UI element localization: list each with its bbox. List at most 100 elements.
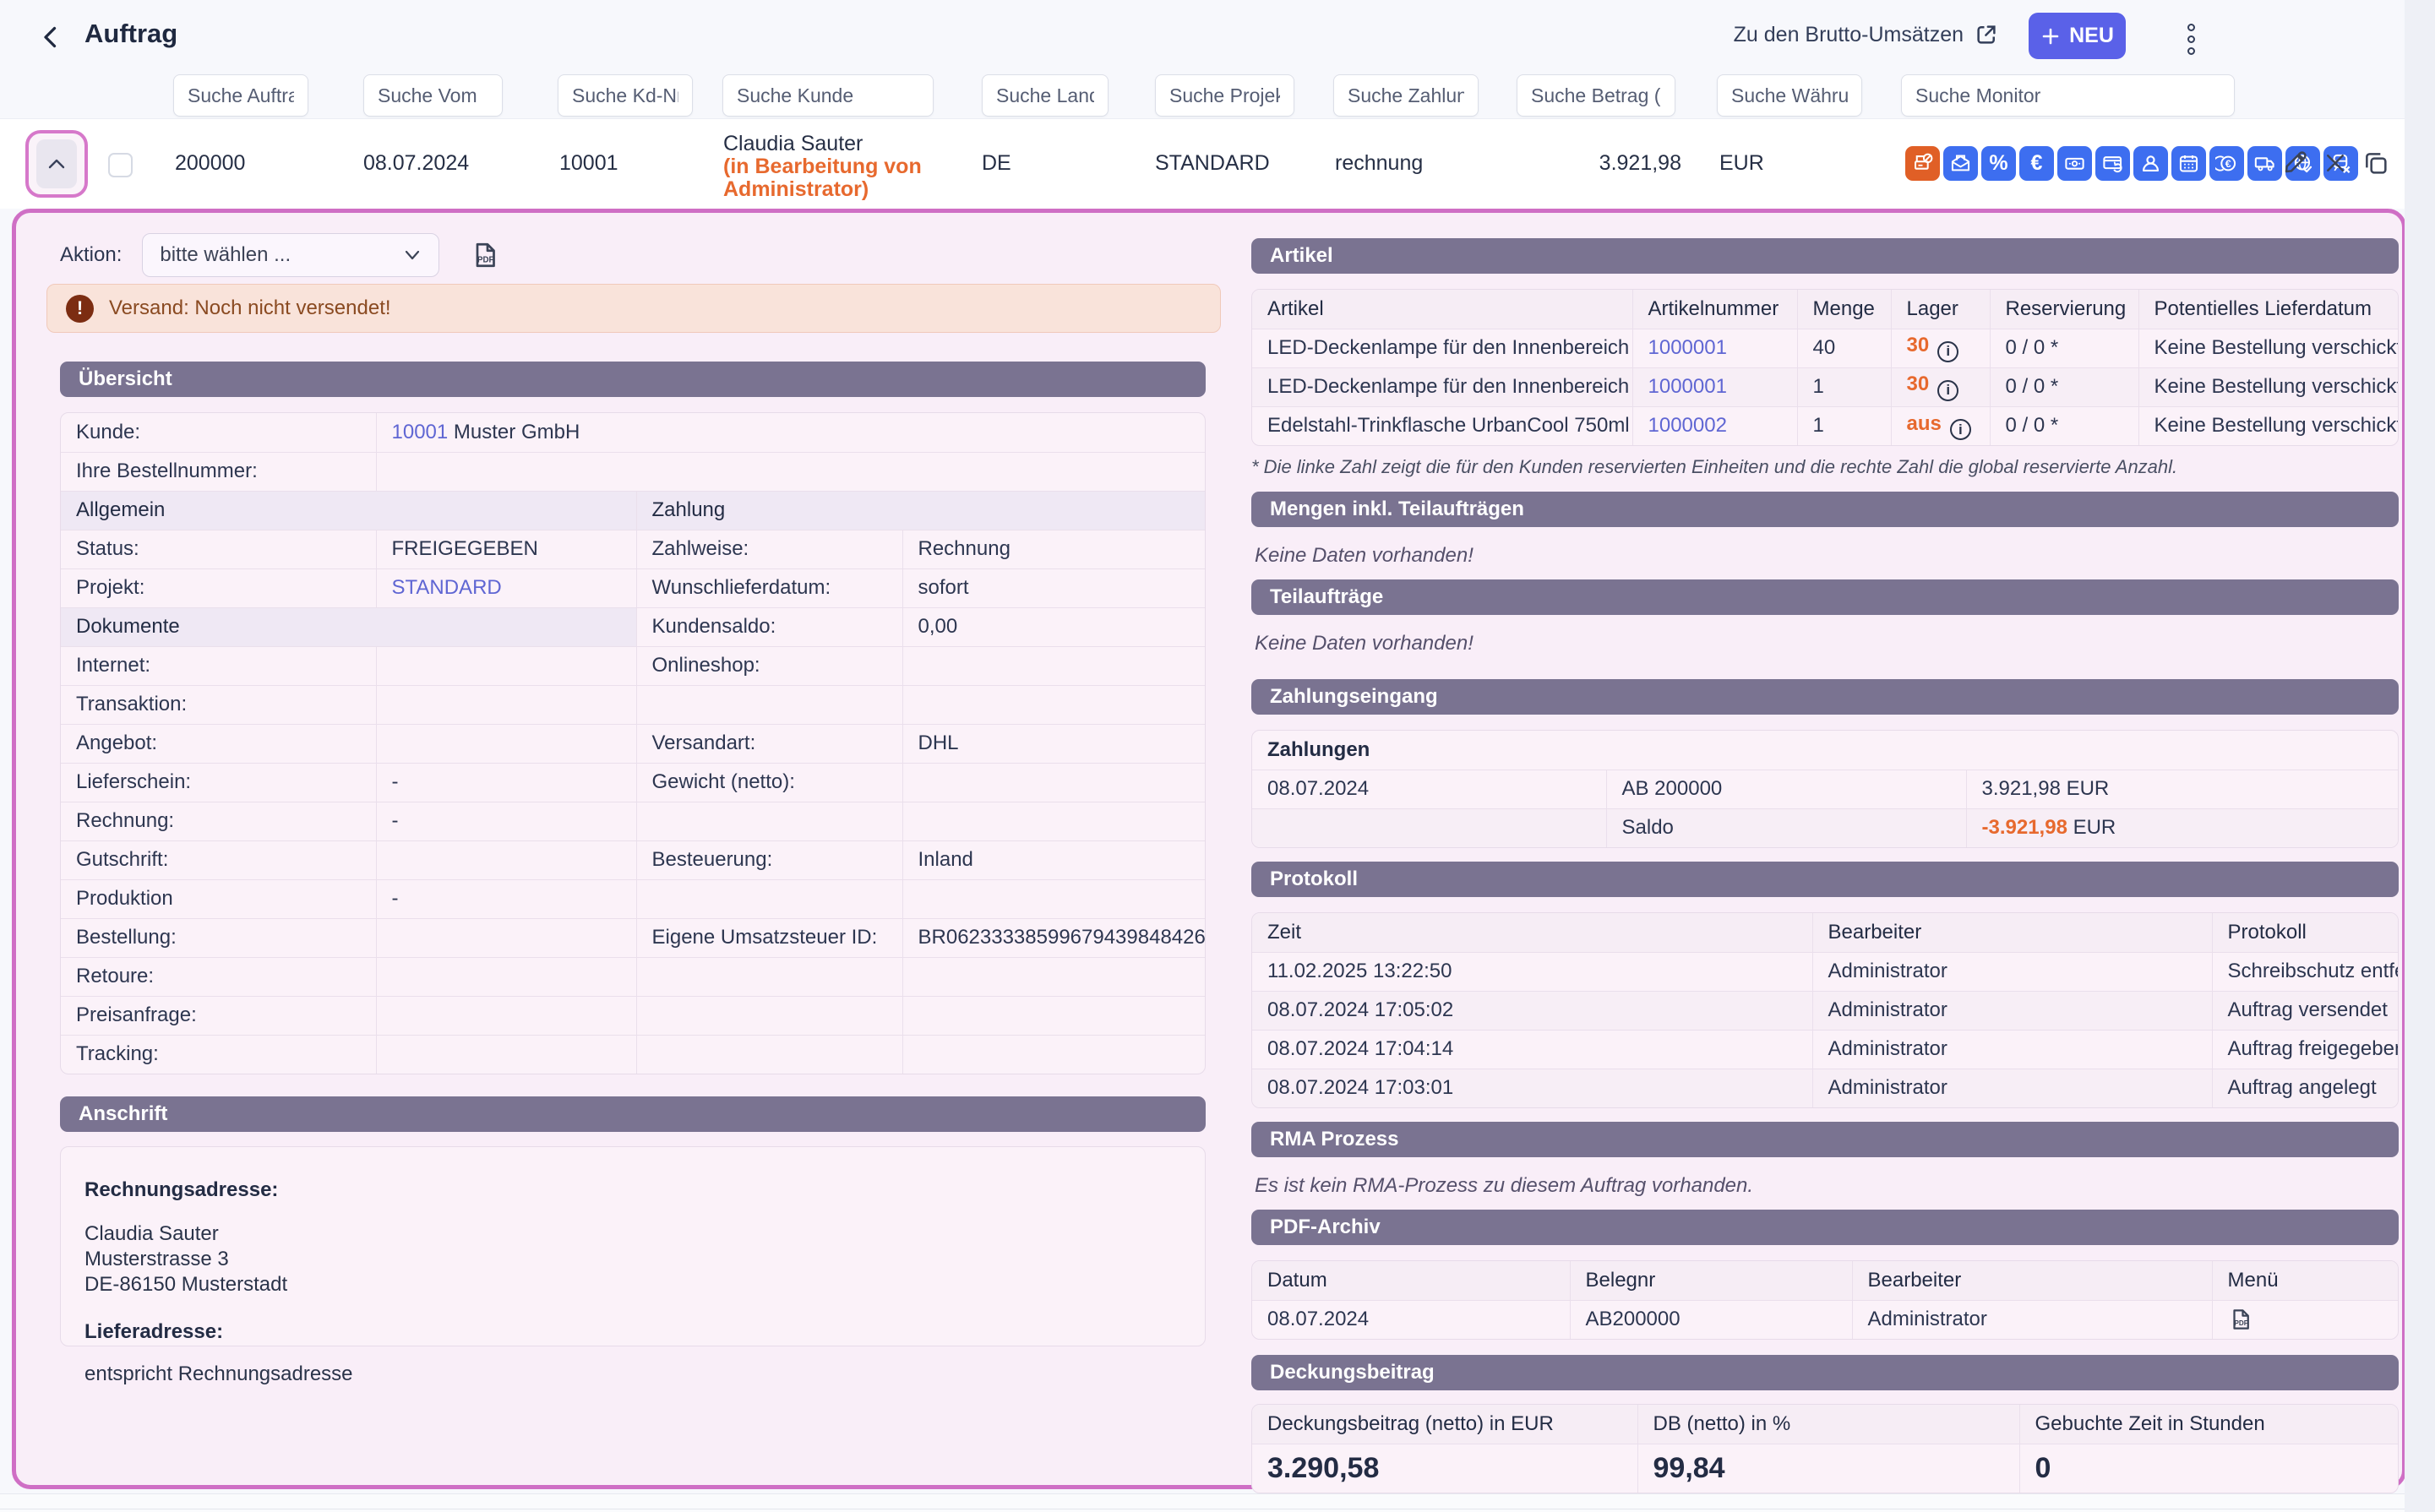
edit-icon[interactable] — [2281, 150, 2308, 177]
order-table-row[interactable]: 200000 08.07.2024 10001 Claudia Sauter (… — [0, 118, 2405, 209]
kunde-link[interactable]: 10001 — [392, 421, 449, 443]
row-expander[interactable] — [25, 130, 88, 198]
address-line1: Claudia Sauter — [84, 1221, 1181, 1247]
deckungsbeitrag-table: Deckungsbeitrag (netto) in EUR DB (netto… — [1251, 1404, 2399, 1493]
db-netto-eur: 3.290,58 — [1267, 1452, 1379, 1484]
svg-text:PDF: PDF — [477, 255, 494, 264]
search-vom-input[interactable] — [363, 74, 503, 117]
order-country: DE — [982, 151, 1011, 176]
section-deckungsbeitrag: Deckungsbeitrag — [1251, 1355, 2399, 1390]
search-filter-row — [0, 74, 2405, 118]
sec-dokumente: Dokumente — [61, 607, 636, 646]
new-button[interactable]: NEU — [2029, 13, 2126, 59]
saldo-label: Saldo — [1606, 808, 1966, 847]
print-blocked-icon[interactable] — [1905, 146, 1940, 181]
projekt-link[interactable]: STANDARD — [392, 576, 502, 599]
pdf-download-icon[interactable]: PDF — [2228, 1307, 2253, 1332]
pdf-archiv-row: 08.07.2024 AB200000 Administrator PDF — [1252, 1300, 2398, 1339]
saldo-value: -3.921,98 — [1982, 816, 2067, 839]
copy-icon[interactable] — [2362, 150, 2389, 177]
action-pdf-icon[interactable]: PDF — [470, 240, 500, 270]
status-value: FREIGEGEBEN — [376, 530, 636, 568]
artikel-row: LED-Deckenlampe für den Innenbereich 100… — [1252, 367, 2398, 406]
lieferadresse-label: Lieferadresse: — [84, 1319, 1181, 1345]
section-anschrift: Anschrift — [60, 1096, 1206, 1132]
svg-text:PDF: PDF — [2234, 1319, 2247, 1327]
euro-icon[interactable]: € — [2019, 146, 2054, 181]
section-mengen: Mengen inkl. Teilaufträgen — [1251, 492, 2399, 527]
artikel-table: ArtikelArtikelnummer MengeLager Reservie… — [1251, 289, 2399, 446]
section-protokoll: Protokoll — [1251, 862, 2399, 897]
search-kunde-input[interactable] — [722, 74, 934, 117]
uebersicht-table: Kunde: 10001 Muster GmbH Ihre Bestellnum… — [60, 412, 1206, 1074]
address-line2: Musterstrasse 3 — [84, 1247, 1181, 1272]
order-date: 08.07.2024 — [363, 151, 469, 176]
order-amount: 3.921,98 — [1555, 151, 1681, 176]
protokoll-row: 11.02.2025 13:22:50AdministratorSchreibs… — [1252, 952, 2398, 991]
info-icon[interactable]: i — [1937, 380, 1958, 401]
order-customer: Claudia Sauter (in Bearbeitung von Admin… — [723, 133, 985, 201]
zahlungen-table: Zahlungen 08.07.2024 AB 200000 3.921,98 … — [1251, 730, 2399, 848]
section-rma: RMA Prozess — [1251, 1122, 2399, 1157]
page-title: Auftrag — [84, 19, 177, 49]
search-auftrag-input[interactable] — [173, 74, 308, 117]
chevron-up-icon — [46, 157, 67, 171]
protokoll-table: Zeit Bearbeiter Protokoll 11.02.2025 13:… — [1251, 912, 2399, 1108]
section-pdf-archiv: PDF-Archiv — [1251, 1210, 2399, 1245]
sec-allgemein: Allgemein — [61, 491, 636, 530]
ust-value: BR0623333859967943984842605EK — [902, 918, 1205, 957]
artnr-link[interactable]: 1000002 — [1648, 414, 1727, 437]
chevron-down-icon — [403, 249, 422, 261]
mengen-empty: Keine Daten vorhanden! — [1255, 544, 1474, 568]
top-bar: Auftrag Zu den Brutto-Umsätzen NEU — [0, 0, 2405, 72]
action-select-value: bitte wählen ... — [160, 243, 291, 267]
lieferadresse-value: entspricht Rechnungsadresse — [84, 1362, 1181, 1387]
search-land-input[interactable] — [982, 74, 1109, 117]
calendar-icon[interactable] — [2171, 146, 2206, 181]
delete-icon[interactable] — [2323, 150, 2348, 176]
db-gebuchte-zeit: 0 — [2035, 1452, 2051, 1484]
search-betrag-input[interactable] — [1517, 74, 1675, 117]
percent-icon[interactable]: % — [1981, 146, 2016, 181]
order-detail-panel: Aktion: bitte wählen ... PDF ! Versand: … — [12, 209, 2406, 1489]
section-uebersicht: Übersicht — [60, 362, 1206, 397]
anschrift-box: Rechnungsadresse: Claudia Sauter Musters… — [60, 1146, 1206, 1346]
pdf-archiv-table: Datum Belegnr Bearbeiter Menü 08.07.2024… — [1251, 1260, 2399, 1340]
artnr-link[interactable]: 1000001 — [1648, 375, 1727, 398]
section-artikel: Artikel — [1251, 238, 2399, 274]
search-monitor-input[interactable] — [1901, 74, 2235, 117]
back-button[interactable] — [34, 20, 68, 54]
customer-name: Claudia Sauter — [723, 132, 863, 155]
shipping-warning: ! Versand: Noch nicht versendet! — [46, 284, 1221, 333]
info-icon[interactable]: i — [1937, 341, 1958, 362]
sec-zahlung: Zahlung — [636, 491, 1205, 530]
row-checkbox[interactable] — [108, 153, 133, 177]
mail-icon[interactable] — [1943, 146, 1978, 181]
db-netto-percent: 99,84 — [1653, 1452, 1725, 1484]
external-link-icon — [1974, 22, 1999, 47]
artnr-link[interactable]: 1000001 — [1648, 336, 1727, 359]
search-waehrung-input[interactable] — [1717, 74, 1862, 117]
search-kdnr-input[interactable] — [558, 74, 693, 117]
card-refresh-icon[interactable] — [2095, 146, 2130, 181]
overflow-menu-button[interactable] — [2176, 22, 2206, 56]
cash-icon[interactable] — [2057, 146, 2092, 181]
order-payment: rechnung — [1335, 151, 1423, 176]
warning-text: Versand: Noch nicht versendet! — [109, 296, 391, 320]
search-projekt-input[interactable] — [1155, 74, 1294, 117]
teilauftraege-empty: Keine Daten vorhanden! — [1255, 632, 1474, 655]
action-bar: Aktion: bitte wählen ... PDF — [60, 233, 500, 277]
artikel-row: Edelstahl-Trinkflasche UrbanCool 750ml *… — [1252, 406, 2398, 445]
order-customer-no: 10001 — [559, 151, 618, 176]
truck-icon[interactable] — [2247, 146, 2282, 181]
next-row-peek — [0, 1493, 2405, 1512]
action-select[interactable]: bitte wählen ... — [142, 233, 439, 277]
coin-euro-icon[interactable]: € — [2209, 146, 2244, 181]
rma-empty: Es ist kein RMA-Prozess zu diesem Auftra… — [1255, 1174, 1753, 1198]
deckungsbeitrag-values: 3.290,58 99,84 0 — [1252, 1444, 2398, 1493]
search-zahlung-input[interactable] — [1333, 74, 1479, 117]
action-label: Aktion: — [60, 243, 122, 267]
info-icon[interactable]: i — [1950, 419, 1971, 440]
gross-revenue-link[interactable]: Zu den Brutto-Umsätzen — [1734, 22, 1999, 47]
user-icon[interactable] — [2133, 146, 2168, 181]
